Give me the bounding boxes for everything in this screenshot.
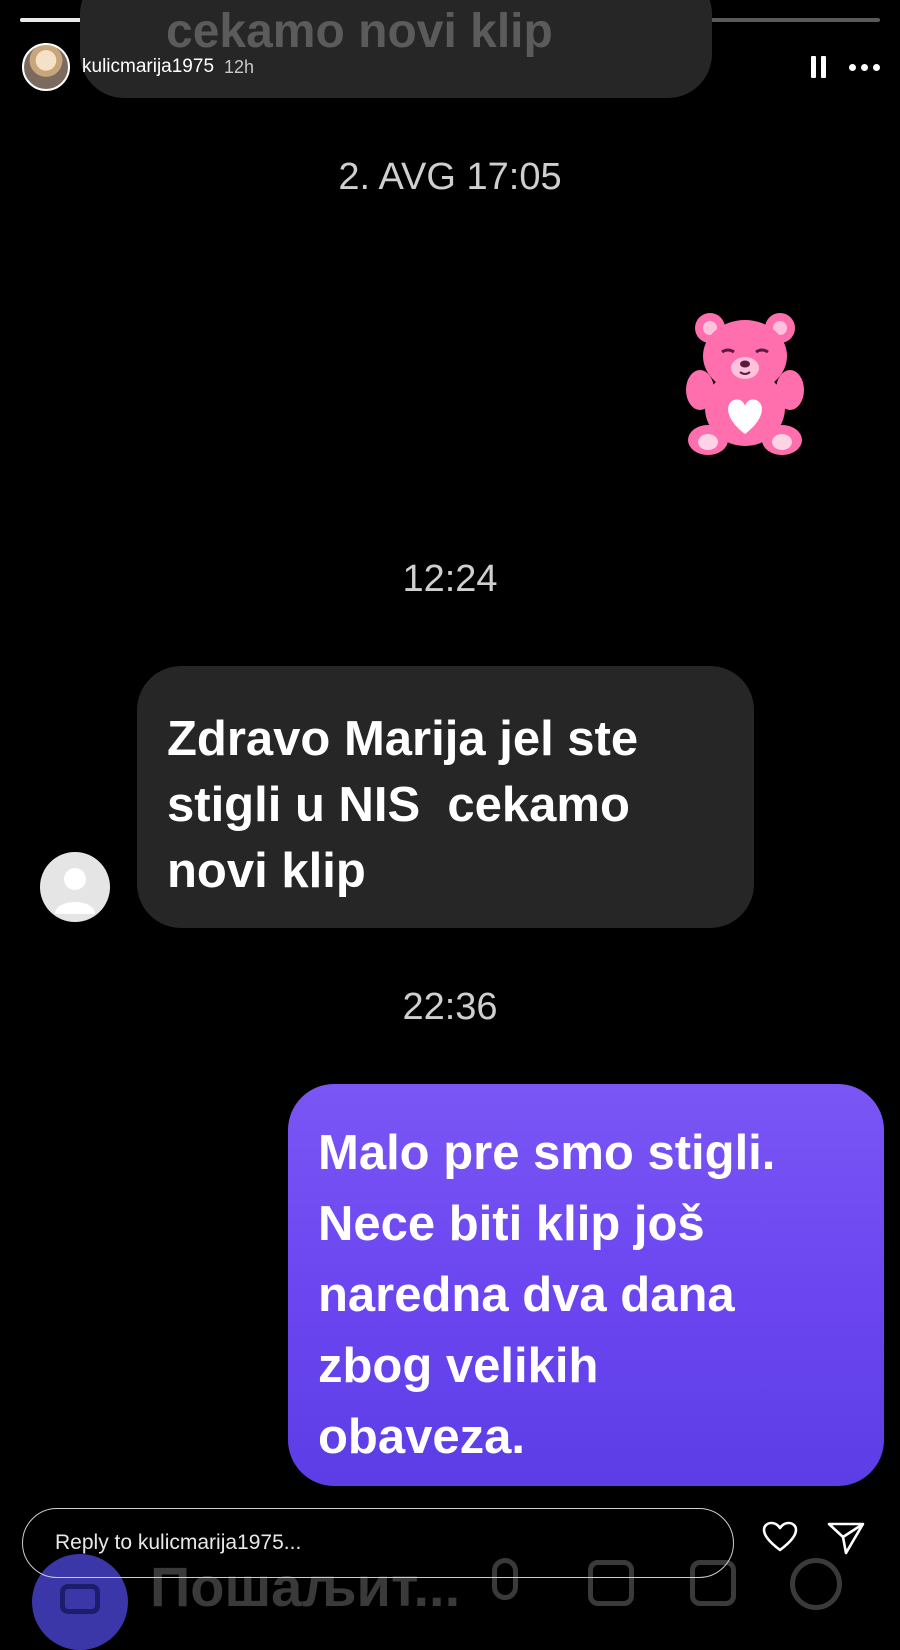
outgoing-message-text: Malo pre smo stigli. Nece biti klip još … <box>318 1126 776 1464</box>
send-icon[interactable] <box>826 1520 866 1556</box>
pause-icon[interactable] <box>811 56 827 78</box>
default-user-icon <box>55 868 95 914</box>
teddy-bear-sticker <box>686 313 804 455</box>
story-header: kulicmarija1975 12h <box>22 42 880 92</box>
timestamp-first: 2. AVG 17:05 <box>338 156 562 198</box>
incoming-message-text: Zdravo Marija jel ste stigli u NIS cekam… <box>167 712 639 898</box>
story-username[interactable]: kulicmarija1975 <box>82 56 214 78</box>
reply-placeholder: Reply to kulicmarija1975... <box>55 1531 302 1554</box>
timestamp-second: 12:24 <box>402 558 498 600</box>
story-time-ago: 12h <box>224 56 255 77</box>
story-avatar[interactable] <box>22 43 70 91</box>
timestamp-third: 22:36 <box>402 986 498 1028</box>
incoming-message-bubble[interactable]: Zdravo Marija jel ste stigli u NIS cekam… <box>137 666 754 928</box>
heart-icon[interactable] <box>762 1521 798 1553</box>
plus-icon <box>790 1558 842 1610</box>
sender-avatar[interactable] <box>40 852 110 922</box>
outgoing-message-bubble[interactable]: Malo pre smo stigli. Nece biti klip još … <box>288 1084 884 1486</box>
more-icon[interactable] <box>849 63 880 71</box>
reply-input[interactable]: Reply to kulicmarija1975... <box>22 1508 734 1578</box>
